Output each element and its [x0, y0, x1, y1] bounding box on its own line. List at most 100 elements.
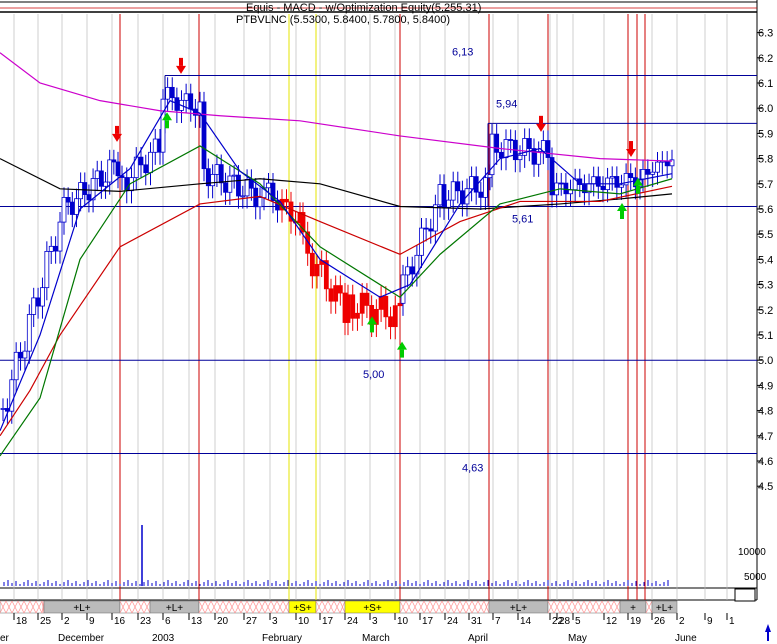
candle-body	[378, 295, 384, 310]
signal-label: +S+	[293, 603, 312, 614]
x-tick-label: 24	[347, 616, 359, 627]
y-tick-label: 6.2	[758, 53, 773, 65]
candle-body	[614, 176, 620, 188]
candle-body	[409, 266, 415, 275]
candle-body	[487, 174, 493, 179]
x-tick-label: 23	[140, 616, 152, 627]
month-label: June	[675, 633, 697, 644]
candle-body	[69, 201, 75, 215]
signal-segment-none	[399, 600, 490, 614]
candle-body	[359, 292, 365, 314]
candle-body	[482, 177, 488, 198]
y-tick-label: 5.6	[758, 204, 773, 216]
x-tick-label: 9	[707, 616, 713, 627]
candle-body	[94, 170, 100, 179]
signal-label: +	[630, 603, 636, 614]
candle-body	[645, 169, 651, 175]
buy-arrow-shaft	[620, 211, 624, 219]
candle-body	[494, 133, 500, 153]
y-tick-label: 5.3	[758, 280, 773, 292]
candle-body	[231, 174, 237, 177]
candle-body	[40, 287, 45, 307]
candle-body	[98, 170, 104, 187]
buy-arrow-shaft	[636, 185, 640, 194]
candle-body	[450, 181, 456, 201]
month-label: March	[362, 633, 390, 644]
candle-body	[86, 194, 92, 201]
candle-body	[223, 182, 228, 193]
x-tick-label: 14	[520, 616, 532, 627]
candle-body	[664, 160, 670, 167]
y-tick-label: 4.6	[758, 456, 773, 468]
x-tick-label: 28	[559, 616, 571, 627]
x-tick-label: 12	[606, 616, 618, 627]
candle-body	[57, 221, 63, 252]
buy-arrow-shaft	[400, 349, 404, 358]
candle-body	[428, 228, 434, 232]
candle-body	[103, 181, 108, 187]
month-label: er	[0, 633, 10, 644]
y-tick-label: 6.0	[758, 103, 773, 115]
price-chart: 6.3 6.2 6.1 6.0 5.9 5.8 5.7 5.6 5.5 5.4 5.3 5.2 5.1 5…	[0, 0, 777, 644]
x-tick-label: 27	[246, 616, 258, 627]
candle-body	[600, 185, 606, 191]
candle-body	[165, 86, 171, 100]
candle-body	[446, 199, 452, 208]
x-tick-label: 13	[191, 616, 203, 627]
candle-body	[143, 164, 149, 174]
candle-body	[26, 314, 32, 352]
price-level-label: 6,13	[452, 46, 473, 58]
candle-body	[13, 351, 19, 381]
candle-body	[595, 176, 601, 187]
candle-body	[400, 274, 406, 304]
price-level-label: 5,94	[496, 98, 517, 110]
candle-body	[549, 157, 555, 196]
volume-box	[734, 588, 756, 602]
candle-body	[214, 164, 220, 175]
candle-body	[257, 197, 263, 208]
candle-body	[148, 151, 153, 174]
x-tick-label: 5	[575, 616, 581, 627]
x-tick-label: 1	[729, 616, 735, 627]
candle-body	[650, 171, 656, 175]
candle-body	[210, 173, 216, 187]
y-tick-label: 4.8	[758, 406, 773, 418]
x-tick-label: 3	[372, 616, 378, 627]
y-tick-label: 4.5	[758, 481, 773, 493]
candle-body	[364, 292, 370, 306]
candle-body	[469, 176, 475, 190]
price-level-label: 5,00	[363, 369, 384, 381]
candle-body	[48, 245, 54, 252]
candle-body	[536, 151, 542, 165]
y-tick-label: 6.1	[758, 78, 773, 90]
month-label: 2003	[152, 633, 175, 644]
signal-label: +L+	[166, 603, 183, 614]
candle-body	[350, 294, 356, 319]
chart-header-line1: Equis - MACD - w/Optimization Equity(5.2…	[246, 2, 482, 14]
candle-body	[432, 204, 438, 232]
candle-body	[22, 350, 28, 359]
candle-body	[18, 351, 23, 359]
buy-arrow-shaft	[165, 120, 169, 129]
sell-arrow-shaft	[115, 125, 119, 134]
candle-body	[82, 182, 88, 195]
signal-label: +S+	[363, 603, 382, 614]
candle-body	[591, 176, 597, 185]
candle-body	[266, 182, 271, 189]
candle-body	[508, 139, 514, 141]
month-label: February	[262, 633, 302, 644]
y-tick-label: 6.3	[758, 28, 773, 40]
candle-body	[78, 182, 84, 200]
x-tick-label: 2	[679, 616, 685, 627]
candle-body	[333, 285, 339, 302]
candle-body	[240, 195, 246, 198]
price-level-label: 4,63	[462, 462, 483, 474]
volume-tick-label: 5000	[744, 572, 767, 583]
candle-body	[31, 297, 37, 315]
candle-body	[169, 86, 175, 99]
volume-tick-label: 10000	[738, 547, 766, 558]
candle-body	[517, 154, 523, 161]
candle-body	[526, 138, 532, 149]
candle-body	[609, 176, 615, 179]
y-tick-label: 5.2	[758, 305, 773, 317]
